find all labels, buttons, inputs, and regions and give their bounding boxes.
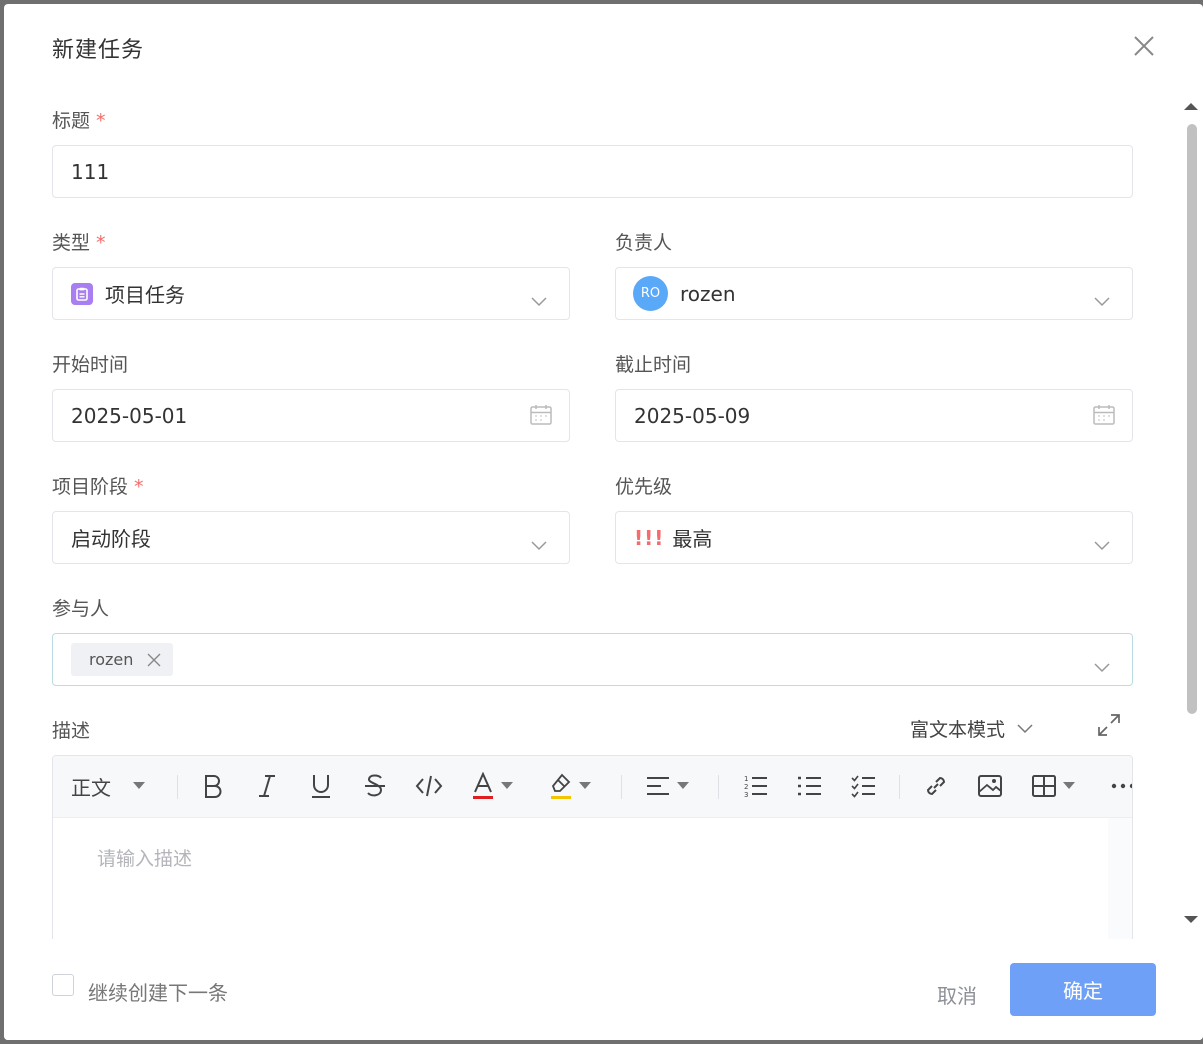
- priority-label: 优先级: [615, 476, 673, 498]
- calendar-icon: [1092, 404, 1116, 431]
- highlight-icon[interactable]: [549, 771, 591, 801]
- cancel-button[interactable]: 取消: [937, 980, 977, 1009]
- toolbar-divider: [899, 775, 900, 799]
- assignee-label: 负责人: [615, 232, 673, 254]
- priority-icon: !!!: [634, 525, 665, 550]
- svg-text:2: 2: [744, 783, 748, 791]
- assignee-select-value: rozen: [680, 281, 736, 306]
- continue-label[interactable]: 继续创建下一条: [88, 977, 228, 1006]
- required-mark: *: [134, 476, 144, 498]
- end-date-value: 2025-05-09: [634, 403, 751, 428]
- priority-select-value: 最高: [672, 527, 713, 551]
- ordered-list-icon[interactable]: 123: [743, 771, 769, 801]
- caret-down-icon: [133, 782, 145, 789]
- participants-label: 参与人: [52, 598, 110, 620]
- type-label: 类型 *: [52, 228, 106, 255]
- title-input[interactable]: 111: [52, 145, 1133, 198]
- clipboard-icon: [71, 282, 93, 305]
- caret-down-icon: [677, 782, 689, 789]
- priority-select[interactable]: !!! 最高: [615, 511, 1133, 564]
- bold-icon[interactable]: [201, 771, 225, 801]
- title-label: 标题 *: [52, 106, 106, 133]
- start-date-picker[interactable]: 2025-05-01: [52, 389, 570, 442]
- description-label: 描述: [52, 720, 91, 742]
- image-icon[interactable]: [977, 771, 1003, 801]
- font-color-icon[interactable]: [471, 771, 513, 801]
- required-mark: *: [96, 110, 106, 132]
- stage-label-text: 项目阶段: [52, 476, 129, 498]
- dialog-title: 新建任务: [52, 38, 145, 63]
- stage-select[interactable]: 启动阶段: [52, 511, 570, 564]
- toolbar-divider: [621, 775, 622, 799]
- scrollbar-thumb[interactable]: [1187, 124, 1197, 714]
- svg-text:1: 1: [744, 775, 748, 783]
- table-icon[interactable]: [1031, 771, 1075, 801]
- editor-mode-value: 富文本模式: [910, 719, 1006, 741]
- paragraph-style-select[interactable]: 正文: [71, 771, 145, 801]
- dialog-footer: 继续创建下一条 取消 确定: [4, 939, 1203, 1040]
- scroll-up-icon[interactable]: [1182, 100, 1200, 112]
- caret-down-icon: [1063, 782, 1075, 789]
- italic-icon[interactable]: [255, 771, 279, 801]
- start-date-value: 2025-05-01: [71, 403, 188, 428]
- toolbar-divider: [177, 775, 178, 799]
- stage-select-value: 启动阶段: [71, 527, 151, 551]
- end-date-picker[interactable]: 2025-05-09: [615, 389, 1133, 442]
- ok-button[interactable]: 确定: [1010, 963, 1156, 1016]
- scroll-down-icon[interactable]: [1182, 914, 1200, 926]
- link-icon[interactable]: [923, 771, 949, 801]
- avatar: RO: [633, 276, 668, 311]
- stage-label: 项目阶段 *: [52, 472, 144, 499]
- new-task-dialog: 新建任务 标题 * 111 类型 * 项目任务 负责人 RO rozen 开始时间 …: [4, 4, 1203, 1040]
- editor-mode-select[interactable]: 富文本模式: [910, 715, 1033, 742]
- editor-placeholder: 请输入描述: [97, 848, 193, 870]
- editor-toolbar: 正文 1 2 3: [53, 756, 1132, 818]
- align-icon[interactable]: [645, 771, 689, 801]
- chevron-down-icon: [531, 532, 547, 556]
- fullscreen-icon[interactable]: [1096, 712, 1122, 742]
- caret-down-icon: [501, 782, 513, 789]
- svg-text:3: 3: [744, 791, 748, 798]
- strikethrough-icon[interactable]: [363, 771, 387, 801]
- assignee-select[interactable]: RO rozen: [615, 267, 1133, 320]
- more-icon[interactable]: [1111, 771, 1132, 801]
- continue-checkbox[interactable]: [52, 974, 74, 996]
- type-select[interactable]: 项目任务: [52, 267, 570, 320]
- paragraph-style-value: 正文: [71, 775, 111, 800]
- code-icon[interactable]: [415, 771, 443, 801]
- end-date-label: 截止时间: [615, 354, 692, 376]
- caret-down-icon: [579, 782, 591, 789]
- required-mark: *: [96, 232, 106, 254]
- chevron-down-icon: [1094, 654, 1110, 678]
- type-label-text: 类型: [52, 232, 91, 254]
- underline-icon[interactable]: [309, 771, 333, 801]
- dialog-scrollbar[interactable]: [1182, 88, 1200, 938]
- chevron-down-icon: [1017, 723, 1033, 733]
- title-label-text: 标题: [52, 110, 91, 132]
- chevron-down-icon: [531, 288, 547, 312]
- toolbar-divider: [718, 775, 719, 799]
- calendar-icon: [529, 404, 553, 431]
- close-icon[interactable]: [147, 653, 161, 667]
- type-select-value: 项目任务: [105, 283, 185, 307]
- start-date-label: 开始时间: [52, 354, 129, 376]
- title-input-value: 111: [71, 159, 110, 184]
- chevron-down-icon: [1094, 532, 1110, 556]
- chevron-down-icon: [1094, 288, 1110, 312]
- participant-tag: rozen: [71, 643, 174, 676]
- task-list-icon[interactable]: [851, 771, 877, 801]
- bullet-list-icon[interactable]: [797, 771, 823, 801]
- close-icon[interactable]: [1132, 34, 1156, 58]
- participants-select[interactable]: rozen: [52, 633, 1133, 686]
- participant-tag-label: rozen: [89, 650, 134, 669]
